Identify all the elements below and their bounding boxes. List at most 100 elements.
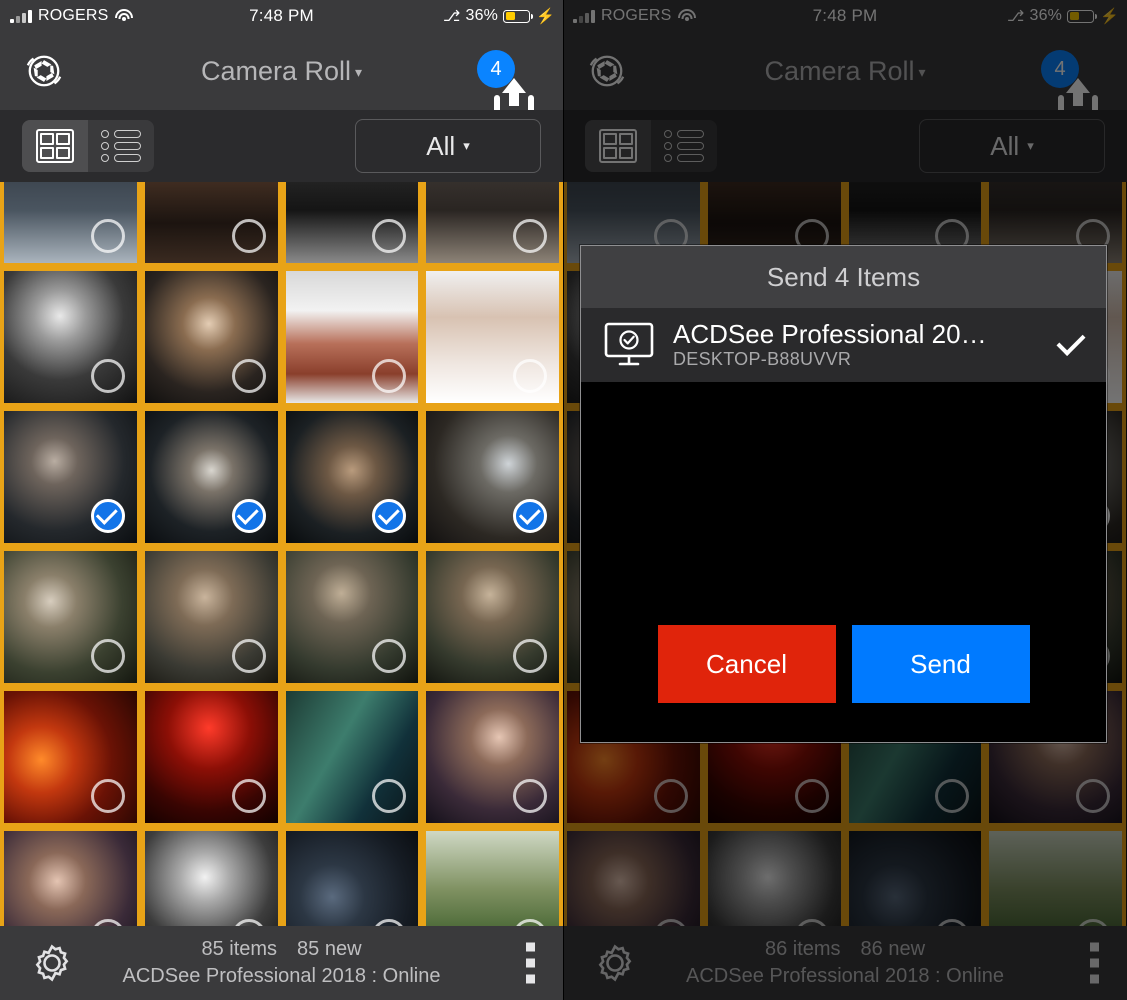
- thumb-woman-purple-top-b[interactable]: [0, 827, 141, 926]
- selected-checkmark-icon[interactable]: [372, 499, 407, 533]
- album-name-label: Camera Roll: [200, 55, 351, 86]
- chevron-down-icon: ▾: [355, 63, 363, 80]
- list-view-icon: [101, 130, 141, 162]
- thumb-woman-scarf-closeup-b[interactable]: [281, 547, 423, 687]
- send-button[interactable]: Send: [851, 625, 1030, 703]
- photo-grid-row: [0, 182, 563, 267]
- ios-status-bar: ROGERS 7:48 PM ⎇ 36% ⚡: [0, 0, 563, 32]
- photo-grid-row: [0, 687, 563, 827]
- thumb-man-tank-top[interactable]: [140, 407, 282, 547]
- thumb-red-dark-scene[interactable]: [140, 687, 282, 827]
- battery-icon: [503, 9, 534, 23]
- thumb-woman-white-dress[interactable]: [140, 267, 282, 407]
- status-bar-right: ⎇ 36% ⚡: [443, 7, 563, 25]
- selection-circle-icon[interactable]: [513, 219, 547, 253]
- thumb-man-arms-crossed[interactable]: [0, 407, 141, 547]
- selection-circle-icon[interactable]: [231, 359, 266, 393]
- bottom-status-bar: 85 items 85 new ACDSee Professional 2018 …: [0, 926, 563, 1000]
- thumbnail-image: [426, 831, 559, 926]
- filter-dropdown[interactable]: All ▾: [355, 119, 541, 173]
- kebab-menu-icon[interactable]: [526, 942, 535, 984]
- selection-circle-icon[interactable]: [90, 639, 125, 673]
- screenshot-comparison: ROGERS 7:48 PM ⎇ 36% ⚡ Camera Roll ▾ 4 A…: [0, 0, 1127, 1000]
- thumb-woman-orchard-spring[interactable]: [422, 827, 563, 926]
- thumb-woman-scarf-forest[interactable]: [0, 547, 141, 687]
- monitor-icon: [603, 321, 655, 369]
- dialog-title: Send 4 Items: [581, 246, 1106, 308]
- selected-checkmark-icon[interactable]: [513, 499, 547, 533]
- thumbnail-image: [285, 831, 419, 926]
- selection-circle-icon[interactable]: [231, 779, 266, 813]
- photo-grid-row: [0, 267, 563, 407]
- thumb-partial-4[interactable]: [422, 182, 563, 267]
- selection-circle-icon[interactable]: [90, 219, 125, 253]
- wifi-icon: [114, 9, 133, 23]
- bluetooth-icon: ⎇: [442, 7, 461, 25]
- status-bar-left: ROGERS: [0, 7, 133, 25]
- selection-circle-icon[interactable]: [90, 359, 125, 393]
- selection-circle-icon[interactable]: [513, 779, 547, 813]
- thumb-teal-kitchen-scene[interactable]: [281, 687, 423, 827]
- thumb-bw-woman-seated[interactable]: [0, 267, 141, 407]
- selection-circle-icon[interactable]: [231, 639, 266, 673]
- selected-checkmark-icon[interactable]: [90, 499, 125, 533]
- thumb-bw-woman-jacket[interactable]: [140, 827, 282, 926]
- chevron-down-icon: ▾: [463, 138, 470, 153]
- thumb-woman-scarf-closeup-c[interactable]: [422, 547, 563, 687]
- thumb-woman-denim-wall[interactable]: [281, 827, 423, 926]
- filter-label: All: [426, 130, 456, 161]
- device-list-item[interactable]: ACDSee Professional 20… DESKTOP-B88UVVR: [581, 308, 1106, 382]
- selection-circle-icon[interactable]: [372, 359, 407, 393]
- thumb-red-flare-tunnel[interactable]: [0, 687, 141, 827]
- cancel-button[interactable]: Cancel: [657, 625, 836, 703]
- view-toolbar: All ▾: [0, 110, 563, 182]
- selection-circle-icon[interactable]: [513, 639, 547, 673]
- list-view-button[interactable]: [88, 120, 154, 172]
- checkmark-icon: [1054, 328, 1088, 362]
- send-items-dialog: Send 4 Items ACDSee Professional 20… DES…: [580, 245, 1107, 743]
- thumb-partial-2[interactable]: [140, 182, 282, 267]
- upload-badge: 4: [477, 50, 515, 88]
- thumb-brunette-highkey[interactable]: [422, 267, 563, 407]
- items-count-label: 85 items: [201, 938, 278, 960]
- photo-grid-row: [0, 827, 563, 926]
- carrier-label: ROGERS: [38, 7, 109, 24]
- thumbnail-image: [144, 831, 278, 926]
- new-count-label: 85 new: [297, 938, 362, 960]
- device-name-label: ACDSee Professional 20…: [673, 319, 987, 350]
- panel-divider: [563, 0, 564, 1000]
- thumbnail-image: [4, 831, 137, 926]
- thumb-redhead-portrait[interactable]: [281, 267, 423, 407]
- dialog-actions: Cancel Send: [581, 586, 1106, 742]
- selected-checkmark-icon[interactable]: [231, 499, 266, 533]
- selection-circle-icon[interactable]: [513, 359, 547, 393]
- thumb-woman-scarf-closeup-a[interactable]: [140, 547, 282, 687]
- grid-view-button[interactable]: [22, 120, 88, 172]
- selection-circle-icon[interactable]: [372, 779, 407, 813]
- dialog-empty-body: [581, 382, 1106, 586]
- app-header: Camera Roll▾ 4: [0, 32, 563, 117]
- lightning-bolt-icon: ⚡: [536, 8, 555, 25]
- view-mode-segmented-control[interactable]: [22, 120, 154, 172]
- right-screenshot-panel: ROGERS 7:48 PM ⎇ 36% ⚡: [563, 0, 1127, 1000]
- thumb-woman-purple-top-a[interactable]: [422, 687, 563, 827]
- battery-percent-label: 36%: [465, 7, 499, 24]
- thumb-man-shirtless[interactable]: [281, 407, 423, 547]
- sync-status-text: 85 items 85 new ACDSee Professional 2018 …: [0, 936, 563, 990]
- device-host-label: DESKTOP-B88UVVR: [673, 348, 852, 369]
- selection-circle-icon[interactable]: [372, 639, 407, 673]
- photo-grid[interactable]: [0, 182, 563, 926]
- selection-circle-icon[interactable]: [231, 219, 266, 253]
- item-counts: 85 items 85 new: [0, 936, 563, 963]
- selection-circle-icon[interactable]: [90, 779, 125, 813]
- photo-grid-scroll[interactable]: [0, 182, 563, 926]
- grid-view-icon: [36, 129, 74, 163]
- photo-grid-row: [0, 407, 563, 547]
- thumb-partial-1[interactable]: [0, 182, 141, 267]
- left-screenshot-panel: ROGERS 7:48 PM ⎇ 36% ⚡ Camera Roll ▾ 4 A…: [0, 0, 563, 1000]
- photo-grid-row: [0, 547, 563, 687]
- selection-circle-icon[interactable]: [372, 219, 407, 253]
- thumb-partial-3[interactable]: [281, 182, 423, 267]
- thumb-woman-snow-action[interactable]: [422, 407, 563, 547]
- connection-label: ACDSee Professional 2018 : Online: [122, 965, 441, 987]
